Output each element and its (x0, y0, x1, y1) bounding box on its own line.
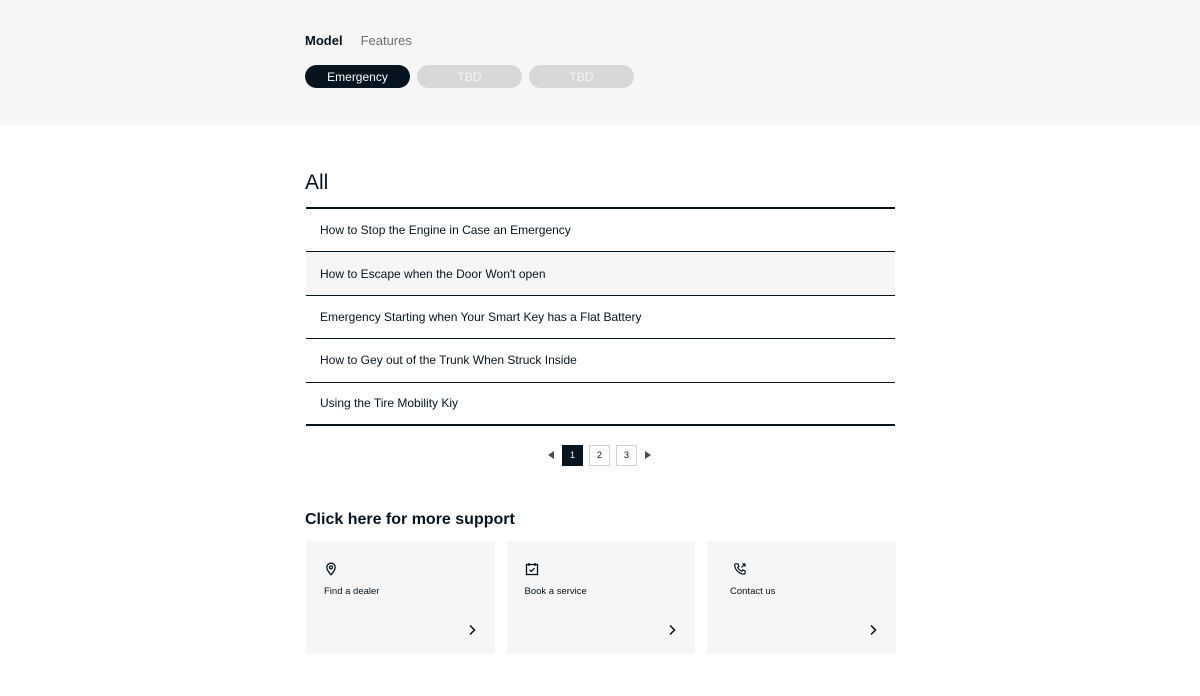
chevron-right-icon (869, 624, 877, 636)
faq-item[interactable]: How to Stop the Engine in Case an Emerge… (306, 209, 895, 253)
filter-tabs: Model Features (305, 33, 412, 49)
page-3-button[interactable]: 3 (616, 444, 637, 466)
support-cards: Find a dealer Book a service Contact us (306, 541, 896, 654)
faq-item[interactable]: How to Gey out of the Trunk When Struck … (306, 339, 895, 383)
tab-model[interactable]: Model (305, 33, 343, 49)
category-pill-tbd-1[interactable]: TBD (417, 65, 522, 88)
chevron-right-icon (468, 624, 476, 636)
faq-list: How to Stop the Engine in Case an Emerge… (306, 207, 895, 426)
category-pill-tbd-2[interactable]: TBD (529, 65, 634, 88)
category-pill-emergency[interactable]: Emergency (305, 65, 410, 88)
find-dealer-card[interactable]: Find a dealer (306, 541, 495, 654)
page-1-button[interactable]: 1 (562, 444, 583, 466)
faq-item[interactable]: How to Escape when the Door Won't open (306, 252, 895, 296)
arrow-right-icon (645, 451, 651, 459)
next-page-button[interactable] (643, 444, 653, 466)
arrow-left-icon (548, 451, 554, 459)
calendar-check-icon (525, 563, 538, 576)
location-pin-icon (326, 562, 336, 576)
card-label: Contact us (730, 586, 776, 597)
card-label: Book a service (524, 586, 587, 597)
faq-item[interactable]: Using the Tire Mobility Kiy (306, 382, 895, 426)
phone-icon (734, 563, 746, 575)
faq-item[interactable]: Emergency Starting when Your Smart Key h… (306, 295, 895, 340)
section-title: All (305, 171, 329, 194)
book-service-card[interactable]: Book a service (506, 541, 695, 654)
chevron-right-icon (669, 624, 676, 636)
category-pills: Emergency TBD TBD (305, 65, 634, 88)
filter-band (0, 0, 1200, 125)
contact-us-card[interactable]: Contact us (707, 541, 896, 654)
pagination: 1 2 3 (546, 444, 653, 466)
support-title: Click here for more support (305, 511, 515, 528)
prev-page-button[interactable] (546, 444, 556, 466)
card-label: Find a dealer (324, 586, 380, 597)
tab-features[interactable]: Features (361, 33, 412, 49)
page-2-button[interactable]: 2 (589, 444, 610, 466)
